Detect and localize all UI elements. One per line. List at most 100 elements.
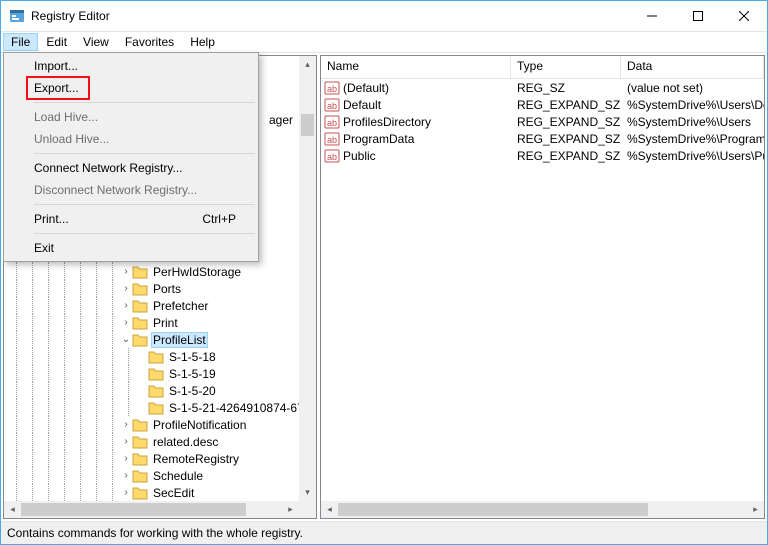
menu-item-label: Disconnect Network Registry... [34, 183, 197, 197]
folder-icon [148, 401, 164, 415]
scrollbar-thumb[interactable] [21, 503, 246, 516]
close-button[interactable] [721, 1, 767, 31]
folder-icon [132, 418, 148, 432]
minimize-button[interactable] [629, 1, 675, 31]
menu-separator [34, 204, 255, 205]
tree-item-label: S-1-5-18 [167, 350, 218, 364]
folder-icon [132, 316, 148, 330]
menu-item-import[interactable]: Import... [6, 55, 256, 77]
menu-item-label: Exit [34, 241, 54, 255]
list-header: Name Type Data [321, 56, 764, 79]
chevron-right-icon[interactable]: › [120, 263, 132, 280]
tree-item[interactable]: ›related.desc [4, 433, 299, 450]
tree-item[interactable]: › Print [4, 314, 299, 331]
value-data-cell: %SystemDrive%\Users\Def [621, 98, 764, 112]
folder-icon [132, 265, 148, 279]
scroll-left-button[interactable]: ◂ [321, 501, 338, 518]
tree-item-label: RemoteRegistry [151, 452, 241, 466]
scroll-right-button[interactable]: ▸ [747, 501, 764, 518]
column-header-data[interactable]: Data [621, 56, 764, 78]
column-header-name[interactable]: Name [321, 56, 511, 78]
menu-edit[interactable]: Edit [38, 33, 75, 51]
tree-item[interactable]: S-1-5-18 [4, 348, 299, 365]
value-row[interactable]: abDefaultREG_EXPAND_SZ%SystemDrive%\User… [321, 96, 764, 113]
menu-item-export[interactable]: Export... [6, 77, 256, 99]
maximize-button[interactable] [675, 1, 721, 31]
scrollbar-thumb[interactable] [338, 503, 648, 516]
tree-item[interactable]: › RemoteRegistry [4, 450, 299, 467]
value-row[interactable]: ab(Default)REG_SZ(value not set) [321, 79, 764, 96]
tree-item-label: Print [151, 316, 180, 330]
value-data-cell: %SystemDrive%\Users\Pub [621, 149, 764, 163]
column-header-type[interactable]: Type [511, 56, 621, 78]
menu-view[interactable]: View [75, 33, 117, 51]
menu-item-connect-network-registry[interactable]: Connect Network Registry... [6, 157, 256, 179]
tree-item[interactable]: S-1-5-20 [4, 382, 299, 399]
value-name-cell: abPublic [321, 148, 511, 164]
tree-vertical-scrollbar[interactable]: ▴ ▾ [299, 56, 316, 501]
tree-item[interactable]: S-1-5-21-4264910874-6794 [4, 399, 299, 416]
value-name: ProgramData [343, 132, 414, 146]
chevron-down-icon[interactable]: ⌄ [120, 331, 132, 348]
folder-icon [132, 282, 148, 296]
tree-item[interactable]: ⌄ProfileList [4, 331, 299, 348]
menu-separator [34, 102, 255, 103]
folder-icon [148, 350, 164, 364]
value-name-cell: ab(Default) [321, 80, 511, 96]
menu-item-label: Import... [34, 59, 78, 73]
values-listview[interactable]: Name Type Data ab(Default)REG_SZ(value n… [321, 56, 764, 518]
value-type-cell: REG_EXPAND_SZ [511, 98, 621, 112]
value-row[interactable]: abProfilesDirectoryREG_EXPAND_SZ%SystemD… [321, 113, 764, 130]
chevron-right-icon[interactable]: › [120, 297, 132, 314]
tree-item-label: Ports [151, 282, 183, 296]
chevron-right-icon[interactable]: › [120, 416, 132, 433]
list-horizontal-scrollbar[interactable]: ◂ ▸ [321, 501, 764, 518]
scrollbar-thumb[interactable] [301, 114, 314, 136]
chevron-right-icon[interactable]: › [120, 467, 132, 484]
svg-text:ab: ab [327, 135, 337, 145]
scroll-left-button[interactable]: ◂ [4, 501, 21, 518]
tree-item-label: S-1-5-19 [167, 367, 218, 381]
chevron-right-icon[interactable]: › [120, 484, 132, 501]
value-row[interactable]: abProgramDataREG_EXPAND_SZ%SystemDrive%\… [321, 130, 764, 147]
value-row[interactable]: abPublicREG_EXPAND_SZ%SystemDrive%\Users… [321, 147, 764, 164]
string-value-icon: ab [324, 80, 340, 96]
tree-item[interactable]: ›Prefetcher [4, 297, 299, 314]
string-value-icon: ab [324, 131, 340, 147]
scroll-down-button[interactable]: ▾ [299, 484, 316, 501]
menu-item-exit[interactable]: Exit [6, 237, 256, 259]
value-name: Public [343, 149, 376, 163]
value-data-cell: (value not set) [621, 81, 764, 95]
chevron-right-icon[interactable]: › [120, 314, 132, 331]
menu-item-label: Connect Network Registry... [34, 161, 183, 175]
folder-icon [148, 384, 164, 398]
statusbar: Contains commands for working with the w… [1, 522, 767, 544]
string-value-icon: ab [324, 97, 340, 113]
menu-favorites[interactable]: Favorites [117, 33, 182, 51]
menu-help[interactable]: Help [182, 33, 223, 51]
menu-file[interactable]: File [3, 33, 38, 51]
string-value-icon: ab [324, 114, 340, 130]
tree-item[interactable]: ›SecEdit [4, 484, 299, 501]
titlebar: Registry Editor [1, 1, 767, 32]
scroll-right-button[interactable]: ▸ [282, 501, 299, 518]
status-text: Contains commands for working with the w… [7, 526, 303, 540]
folder-icon [132, 452, 148, 466]
folder-icon [132, 333, 148, 347]
chevron-right-icon[interactable]: › [120, 433, 132, 450]
tree-horizontal-scrollbar[interactable]: ◂ ▸ [4, 501, 299, 518]
tree-item-label: PerHwIdStorage [151, 265, 243, 279]
tree-item[interactable]: ›Schedule [4, 467, 299, 484]
tree-item[interactable]: › Ports [4, 280, 299, 297]
chevron-right-icon[interactable]: › [120, 280, 132, 297]
menu-item-label: Print... [34, 212, 69, 226]
folder-icon [132, 486, 148, 500]
menu-separator [34, 233, 255, 234]
menu-item-print[interactable]: Print...Ctrl+P [6, 208, 256, 230]
chevron-right-icon[interactable]: › [120, 450, 132, 467]
scroll-up-button[interactable]: ▴ [299, 56, 316, 73]
tree-item[interactable]: ›ProfileNotification [4, 416, 299, 433]
tree-item[interactable]: › PerHwIdStorage [4, 263, 299, 280]
tree-item[interactable]: S-1-5-19 [4, 365, 299, 382]
value-name-cell: abDefault [321, 97, 511, 113]
